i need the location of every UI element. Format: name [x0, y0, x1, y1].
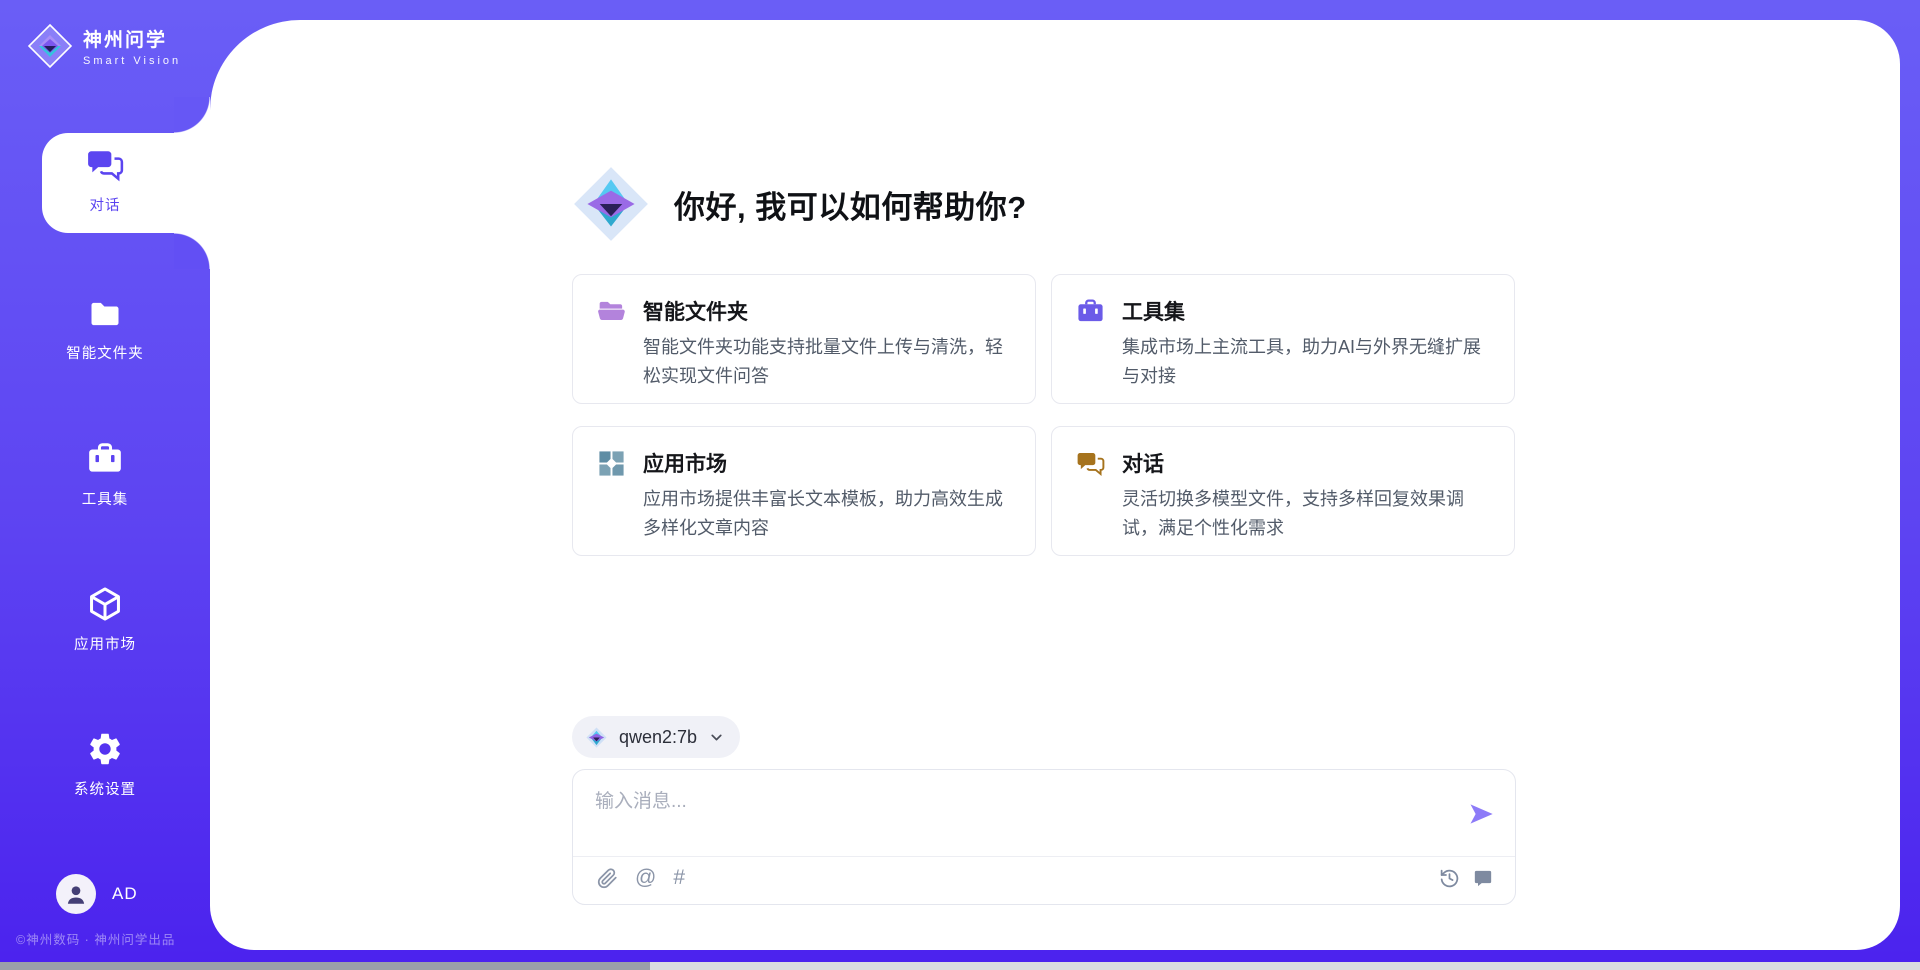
- scrollbar-thumb[interactable]: [0, 962, 650, 970]
- sidebar-item-app-market[interactable]: 应用市场: [0, 585, 210, 654]
- card-description: 灵活切换多模型文件，支持多样回复效果调试，满足个性化需求: [1122, 485, 1490, 542]
- model-name: qwen2:7b: [619, 727, 697, 748]
- folder-icon: [87, 296, 123, 332]
- card-description: 集成市场上主流工具，助力AI与外界无缝扩展与对接: [1122, 333, 1490, 390]
- model-diamond-icon: [585, 726, 608, 749]
- sidebar-item-label: 系统设置: [74, 778, 136, 799]
- chat-bubbles-icon: [1076, 449, 1105, 478]
- message-square-icon: [1473, 868, 1493, 888]
- sidebar-item-label: 对话: [90, 194, 121, 215]
- sidebar-item-smart-folder[interactable]: 智能文件夹: [0, 296, 210, 363]
- card-title: 智能文件夹: [643, 296, 748, 326]
- main-content-panel: 你好, 我可以如何帮助你? 智能文件夹 智能文件夹功能支持批量文件上传与清洗，轻…: [210, 20, 1900, 950]
- avatar: [56, 874, 96, 914]
- cube-icon: [86, 585, 124, 623]
- chat-bubbles-icon: [86, 146, 124, 184]
- paperclip-icon: [597, 868, 618, 889]
- card-description: 智能文件夹功能支持批量文件上传与清洗，轻松实现文件问答: [643, 333, 1011, 390]
- send-icon: [1467, 800, 1495, 828]
- horizontal-scrollbar[interactable]: [0, 962, 1920, 970]
- nav-active-fillet-top: [174, 97, 210, 133]
- card-description: 应用市场提供丰富长文本模板，助力高效生成多样化文章内容: [643, 485, 1011, 542]
- card-chat[interactable]: 对话 灵活切换多模型文件，支持多样回复效果调试，满足个性化需求: [1051, 426, 1515, 556]
- message-composer: @ #: [572, 769, 1516, 905]
- greeting-block: 你好, 我可以如何帮助你?: [570, 163, 1027, 245]
- chevron-down-icon: [708, 729, 725, 746]
- brand-subtitle: Smart Vision: [83, 55, 181, 67]
- message-input[interactable]: [595, 786, 1455, 846]
- nav-active-fillet-bottom: [174, 233, 210, 269]
- sidebar-item-chat[interactable]: 对话: [0, 146, 210, 215]
- feature-cards: 智能文件夹 智能文件夹功能支持批量文件上传与清洗，轻松实现文件问答 工具集 集成…: [572, 274, 1515, 556]
- history-icon: [1439, 868, 1460, 889]
- card-app-market[interactable]: 应用市场 应用市场提供丰富长文本模板，助力高效生成多样化文章内容: [572, 426, 1036, 556]
- user-account[interactable]: AD: [56, 874, 138, 914]
- mention-button[interactable]: @: [635, 867, 656, 889]
- copyright-text: ©神州数码 · 神州问学出品: [16, 929, 175, 948]
- history-button[interactable]: [1439, 868, 1460, 889]
- sidebar-item-settings[interactable]: 系统设置: [0, 730, 210, 799]
- sidebar-item-label: 智能文件夹: [66, 342, 144, 363]
- card-title: 应用市场: [643, 448, 727, 478]
- card-title: 工具集: [1122, 296, 1185, 326]
- toolbox-icon: [1076, 297, 1105, 326]
- brand-logo: 神州问学 Smart Vision: [26, 22, 181, 70]
- send-button[interactable]: [1467, 800, 1495, 828]
- gear-icon: [86, 730, 124, 768]
- sidebar-item-toolset[interactable]: 工具集: [0, 440, 210, 509]
- user-initials: AD: [112, 884, 138, 904]
- quick-reply-button[interactable]: [1473, 868, 1493, 888]
- brand-diamond-icon: [26, 22, 74, 70]
- greeting-text: 你好, 我可以如何帮助你?: [674, 182, 1027, 227]
- model-selector[interactable]: qwen2:7b: [572, 716, 740, 758]
- card-toolset[interactable]: 工具集 集成市场上主流工具，助力AI与外界无缝扩展与对接: [1051, 274, 1515, 404]
- topic-button[interactable]: #: [673, 867, 685, 889]
- composer-divider: [573, 856, 1515, 857]
- sidebar-item-label: 工具集: [82, 488, 129, 509]
- toolbox-icon: [86, 440, 124, 478]
- card-title: 对话: [1122, 448, 1164, 478]
- brand-diamond-icon: [570, 163, 652, 245]
- brand-name: 神州问学: [83, 25, 181, 52]
- app-grid-icon: [597, 449, 626, 478]
- card-smart-folder[interactable]: 智能文件夹 智能文件夹功能支持批量文件上传与清洗，轻松实现文件问答: [572, 274, 1036, 404]
- open-folder-icon: [597, 297, 626, 326]
- person-icon: [63, 881, 89, 907]
- sidebar-item-label: 应用市场: [74, 633, 136, 654]
- attach-button[interactable]: [597, 868, 618, 889]
